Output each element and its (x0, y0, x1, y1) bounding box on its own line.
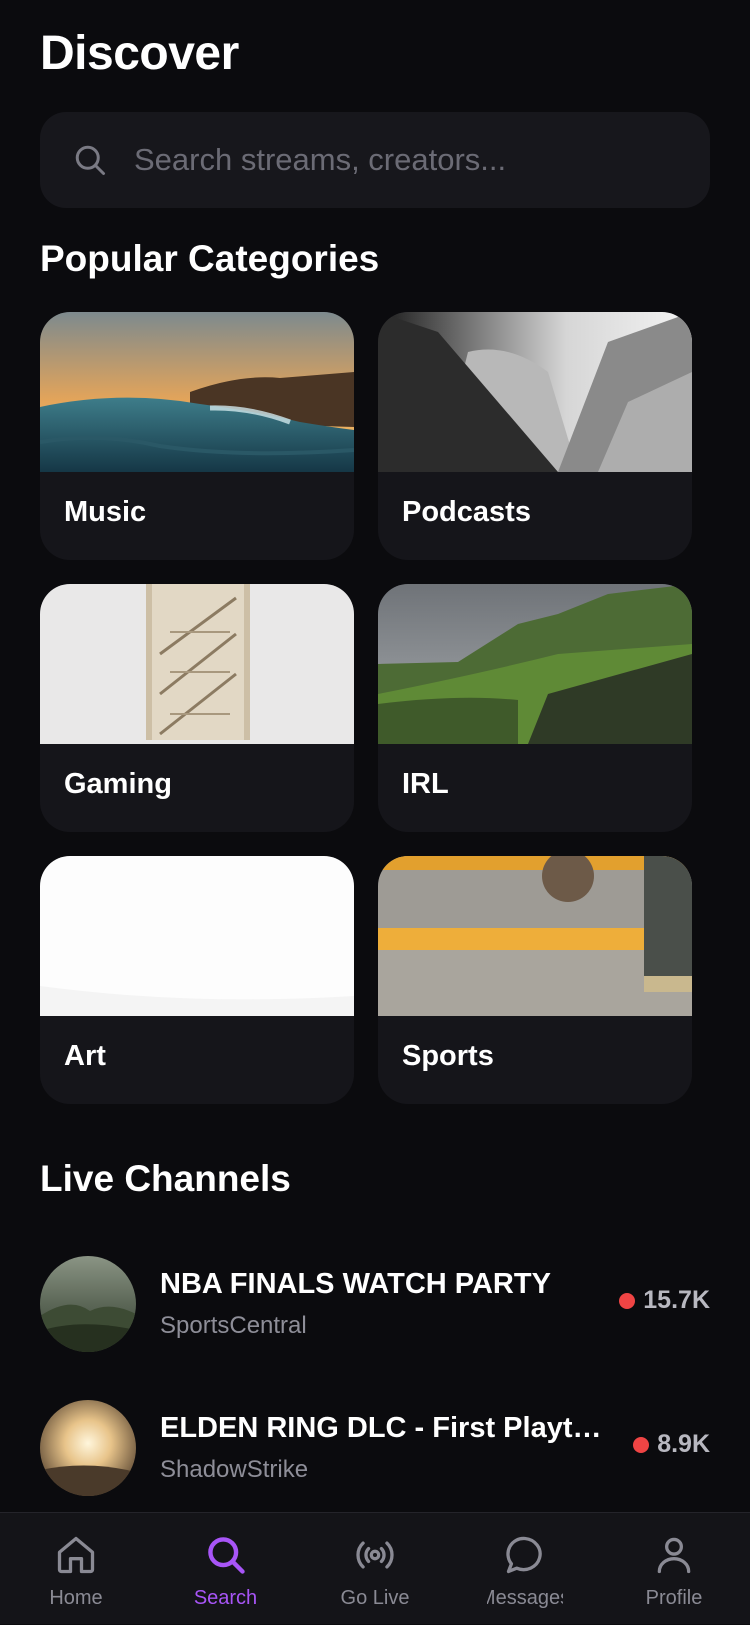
channel-row[interactable]: ELDEN RING DLC - First Playthr... Shadow… (40, 1400, 710, 1496)
viewer-count-value: 15.7K (643, 1286, 710, 1314)
viewer-count: 8.9K (633, 1430, 710, 1459)
channel-creator: SportsCentral (160, 1312, 307, 1339)
category-card-podcasts[interactable]: Podcasts (378, 312, 692, 560)
category-card-gaming[interactable]: Gaming (40, 584, 354, 832)
channel-title: ELDEN RING DLC - First Playthr... (160, 1412, 610, 1444)
tab-home[interactable]: Home (38, 1513, 114, 1625)
category-label: Gaming (64, 768, 172, 800)
avatar (40, 1256, 136, 1352)
channel-creator: ShadowStrike (160, 1456, 309, 1483)
category-image (40, 856, 354, 1016)
tab-label: Search (193, 1587, 258, 1609)
tab-search[interactable]: Search (188, 1513, 264, 1625)
viewer-count-value: 8.9K (657, 1430, 710, 1458)
category-image (378, 584, 692, 744)
tab-messages[interactable]: Messages (487, 1513, 563, 1625)
search-icon (207, 1537, 245, 1574)
section-title-categories: Popular Categories (40, 238, 380, 279)
chat-icon (505, 1536, 542, 1574)
category-card-music[interactable]: Music (40, 312, 354, 560)
user-icon (657, 1537, 691, 1574)
search-input[interactable] (132, 141, 710, 179)
search-bar[interactable] (40, 112, 710, 208)
category-card-art[interactable]: Art (40, 856, 354, 1104)
tab-profile[interactable]: Profile (636, 1513, 712, 1625)
category-label: Sports (402, 1040, 494, 1072)
search-icon (75, 145, 105, 175)
category-image (40, 584, 354, 744)
category-card-irl[interactable]: IRL (378, 584, 692, 832)
bottom-tab-bar: Home Search Go Live Messages Profile (0, 1512, 750, 1624)
tab-label: Go Live (340, 1587, 410, 1609)
tab-label: Messages (486, 1587, 563, 1609)
live-dot-icon (619, 1292, 636, 1309)
category-label: Podcasts (402, 496, 531, 528)
live-dot-icon (633, 1436, 650, 1453)
tab-go-live[interactable]: Go Live (337, 1513, 413, 1625)
viewer-count: 15.7K (619, 1286, 710, 1315)
home-icon (57, 1536, 95, 1574)
broadcast-icon (356, 1541, 394, 1569)
tab-label: Profile (645, 1587, 703, 1609)
avatar (40, 1400, 136, 1496)
channel-title: NBA FINALS WATCH PARTY (160, 1268, 551, 1300)
category-image (40, 312, 354, 472)
category-image (378, 856, 692, 1016)
category-image (378, 312, 692, 472)
category-label: Music (64, 496, 147, 528)
channel-row[interactable]: NBA FINALS WATCH PARTY SportsCentral 15.… (40, 1256, 710, 1352)
page-title: Discover (40, 27, 239, 80)
category-label: IRL (402, 768, 449, 800)
category-card-sports[interactable]: Sports (378, 856, 692, 1104)
tab-label: Home (49, 1587, 103, 1609)
category-label: Art (64, 1040, 106, 1072)
section-title-live: Live Channels (40, 1158, 291, 1199)
